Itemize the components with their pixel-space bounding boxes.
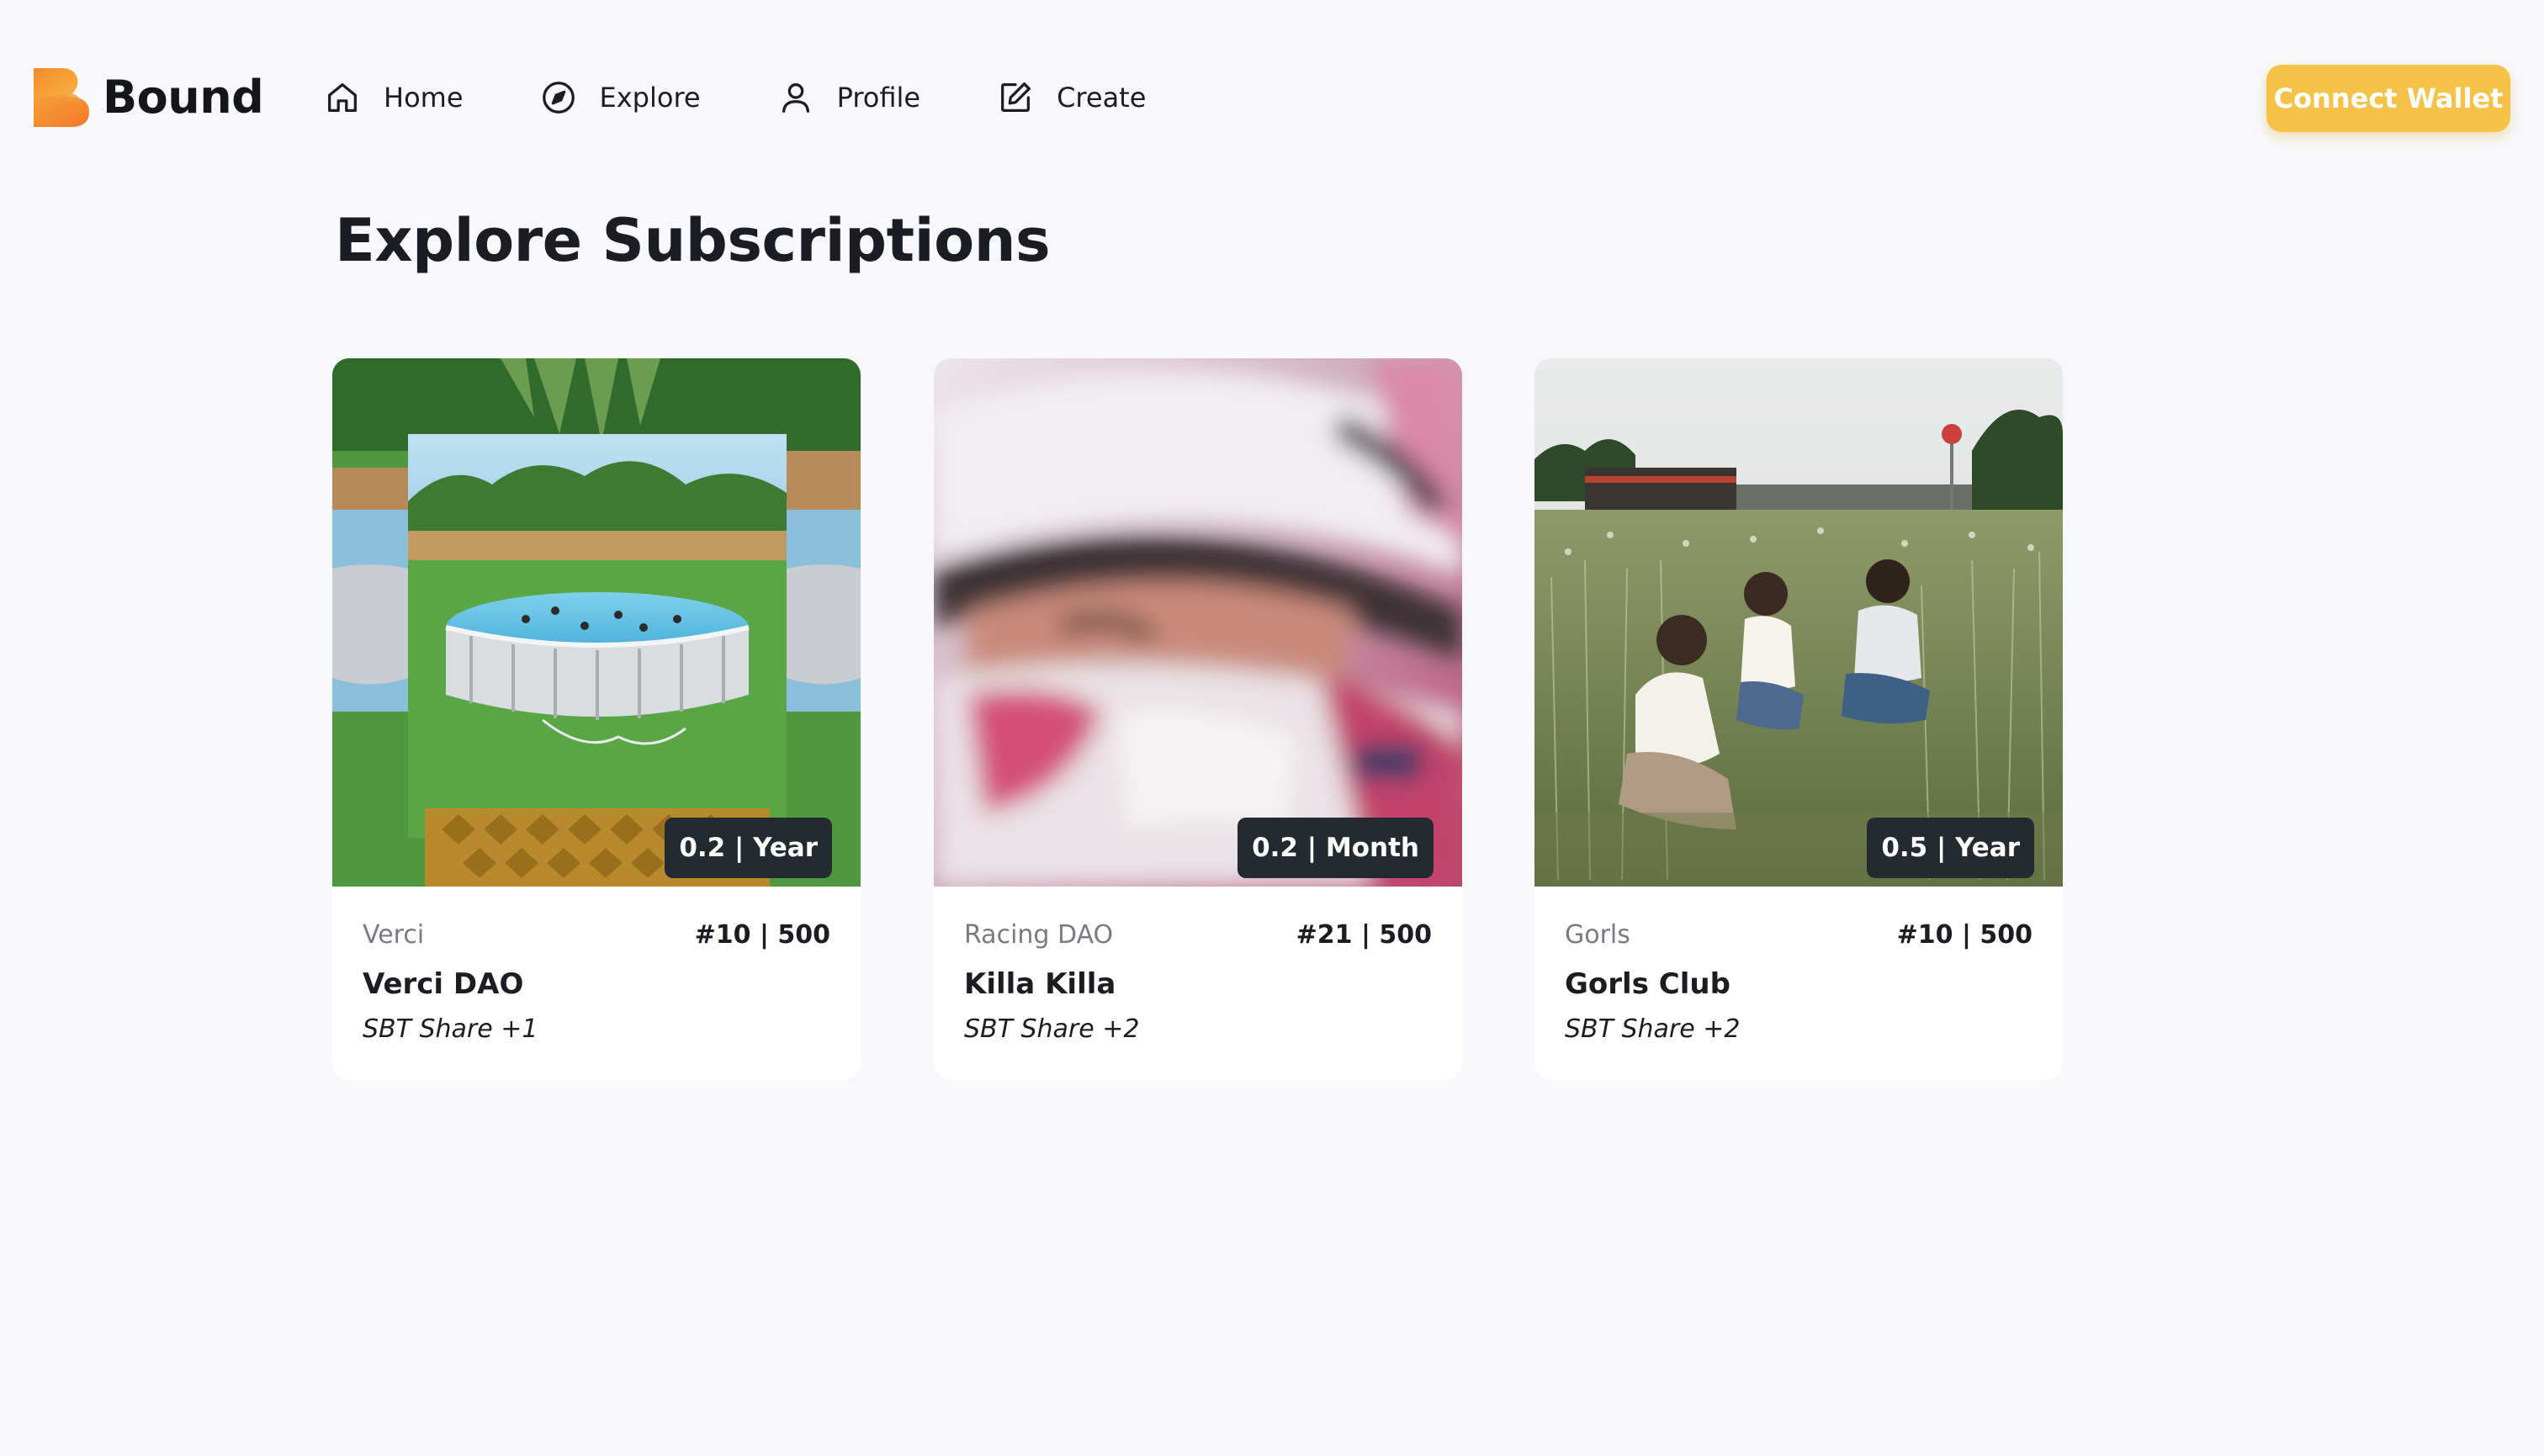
field-photo-image [1534, 358, 2063, 887]
price-badge: 0.5 | Year [1867, 818, 2034, 878]
card-image [934, 358, 1462, 887]
card-body: Verci #10 | 500 Verci DAO SBT Share +1 [332, 887, 861, 1080]
connect-wallet-button[interactable]: Connect Wallet [2266, 65, 2510, 132]
card-image [332, 358, 861, 887]
bound-logo-icon [34, 68, 89, 127]
compass-icon [542, 82, 575, 114]
main-nav: Home Explore Profile Create [323, 74, 1222, 121]
subscription-card[interactable]: Verci #10 | 500 Verci DAO SBT Share +1 0… [332, 358, 861, 1080]
card-supply: #21 | 500 [1296, 920, 1432, 950]
nav-item-profile[interactable]: Profile [776, 74, 921, 121]
card-org: Gorls [1565, 920, 1630, 950]
nav-item-home[interactable]: Home [323, 74, 464, 121]
brand-logo[interactable]: Bound [34, 67, 264, 128]
price-badge: 0.2 | Year [665, 818, 832, 878]
edit-icon [1001, 82, 1031, 112]
card-org: Racing DAO [964, 920, 1114, 950]
card-share: SBT Share +1 [363, 1014, 538, 1044]
nav-item-create[interactable]: Create [996, 74, 1146, 121]
card-supply: #10 | 500 [1896, 920, 2033, 950]
subscription-card[interactable]: Gorls #10 | 500 Gorls Club SBT Share +2 … [1534, 358, 2063, 1080]
card-name: Verci DAO [363, 967, 524, 1001]
nav-label-explore: Explore [599, 82, 701, 114]
nav-label-create: Create [1057, 82, 1147, 114]
pool-collage-image [332, 358, 861, 887]
nav-label-home: Home [384, 82, 464, 114]
top-navbar: Bound Home Explore Profile Create Connec… [0, 0, 2544, 197]
card-body: Racing DAO #21 | 500 Killa Killa SBT Sha… [934, 887, 1462, 1080]
price-badge: 0.2 | Month [1238, 818, 1434, 878]
card-name: Killa Killa [964, 967, 1116, 1001]
card-org: Verci [363, 920, 425, 950]
page-title: Explore Subscriptions [335, 206, 1051, 275]
card-share: SBT Share +2 [1565, 1014, 1741, 1044]
card-share: SBT Share +2 [964, 1014, 1140, 1044]
page: Bound Home Explore Profile Create Connec… [0, 0, 2544, 1456]
card-name: Gorls Club [1565, 967, 1730, 1001]
racing-helmet-image [934, 358, 1462, 887]
nav-label-profile: Profile [836, 82, 921, 114]
user-icon [782, 83, 809, 113]
card-image [1534, 358, 2063, 887]
card-body: Gorls #10 | 500 Gorls Club SBT Share +2 [1534, 887, 2063, 1080]
brand-name: Bound [103, 71, 264, 124]
nav-item-explore[interactable]: Explore [539, 74, 701, 121]
card-supply: #10 | 500 [694, 920, 830, 950]
home-icon [328, 83, 357, 112]
subscription-card[interactable]: Racing DAO #21 | 500 Killa Killa SBT Sha… [934, 358, 1462, 1080]
